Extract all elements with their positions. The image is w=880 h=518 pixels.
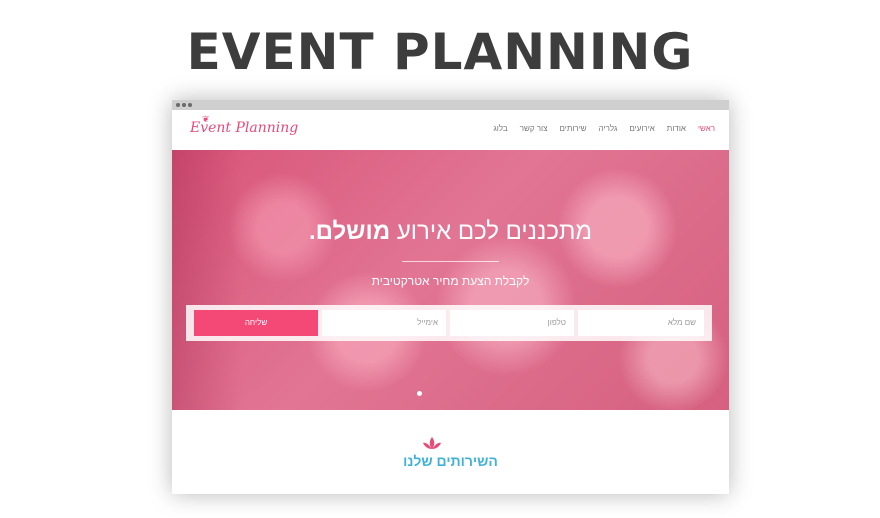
menu-item-services[interactable]: שירותים (559, 124, 586, 133)
menu-item-contact[interactable]: צור קשר (520, 124, 548, 133)
hero-divider (402, 261, 499, 262)
browser-title-bar (172, 100, 729, 110)
email-field[interactable]: אימייל (322, 310, 446, 336)
menu-item-home[interactable]: ראשי (698, 124, 715, 133)
window-dot-icon (188, 103, 192, 107)
menu-item-about[interactable]: אודות (667, 124, 686, 133)
services-title: השירותים שלנו (403, 453, 498, 469)
menu-item-events[interactable]: אירועים (629, 124, 654, 133)
site-header: ❦ Event Planning ראשי אודות אירועים גלרי… (172, 110, 729, 150)
submit-button[interactable]: שליחה (194, 310, 318, 336)
lotus-icon (423, 437, 441, 449)
site-logo[interactable]: Event Planning (190, 120, 298, 136)
quote-form: שליחה אימייל טלפון שם מלא (186, 305, 712, 341)
page-headline: EVENT PLANNING (186, 23, 694, 81)
slider-indicator[interactable] (417, 391, 422, 396)
hero-title: מתכננים לכם אירוע מושלם. (172, 218, 729, 246)
hero-subtitle: לקבלת הצעת מחיר אטרקטיבית (371, 274, 530, 288)
menu-item-gallery[interactable]: גלריה (599, 124, 618, 133)
main-menu: ראשי אודות אירועים גלריה שירותים צור קשר… (493, 124, 715, 133)
name-field[interactable]: שם מלא (578, 310, 704, 336)
hero-banner: מתכננים לכם אירוע מושלם. לקבלת הצעת מחיר… (172, 150, 729, 410)
hero-title-bold: מושלם. (308, 218, 391, 245)
phone-field[interactable]: טלפון (450, 310, 574, 336)
window-dot-icon (176, 103, 180, 107)
website-preview: ❦ Event Planning ראשי אודות אירועים גלרי… (172, 100, 729, 494)
hero-title-text: מתכננים לכם אירוע (390, 218, 592, 245)
window-dot-icon (182, 103, 186, 107)
menu-item-blog[interactable]: בלוג (493, 124, 507, 133)
